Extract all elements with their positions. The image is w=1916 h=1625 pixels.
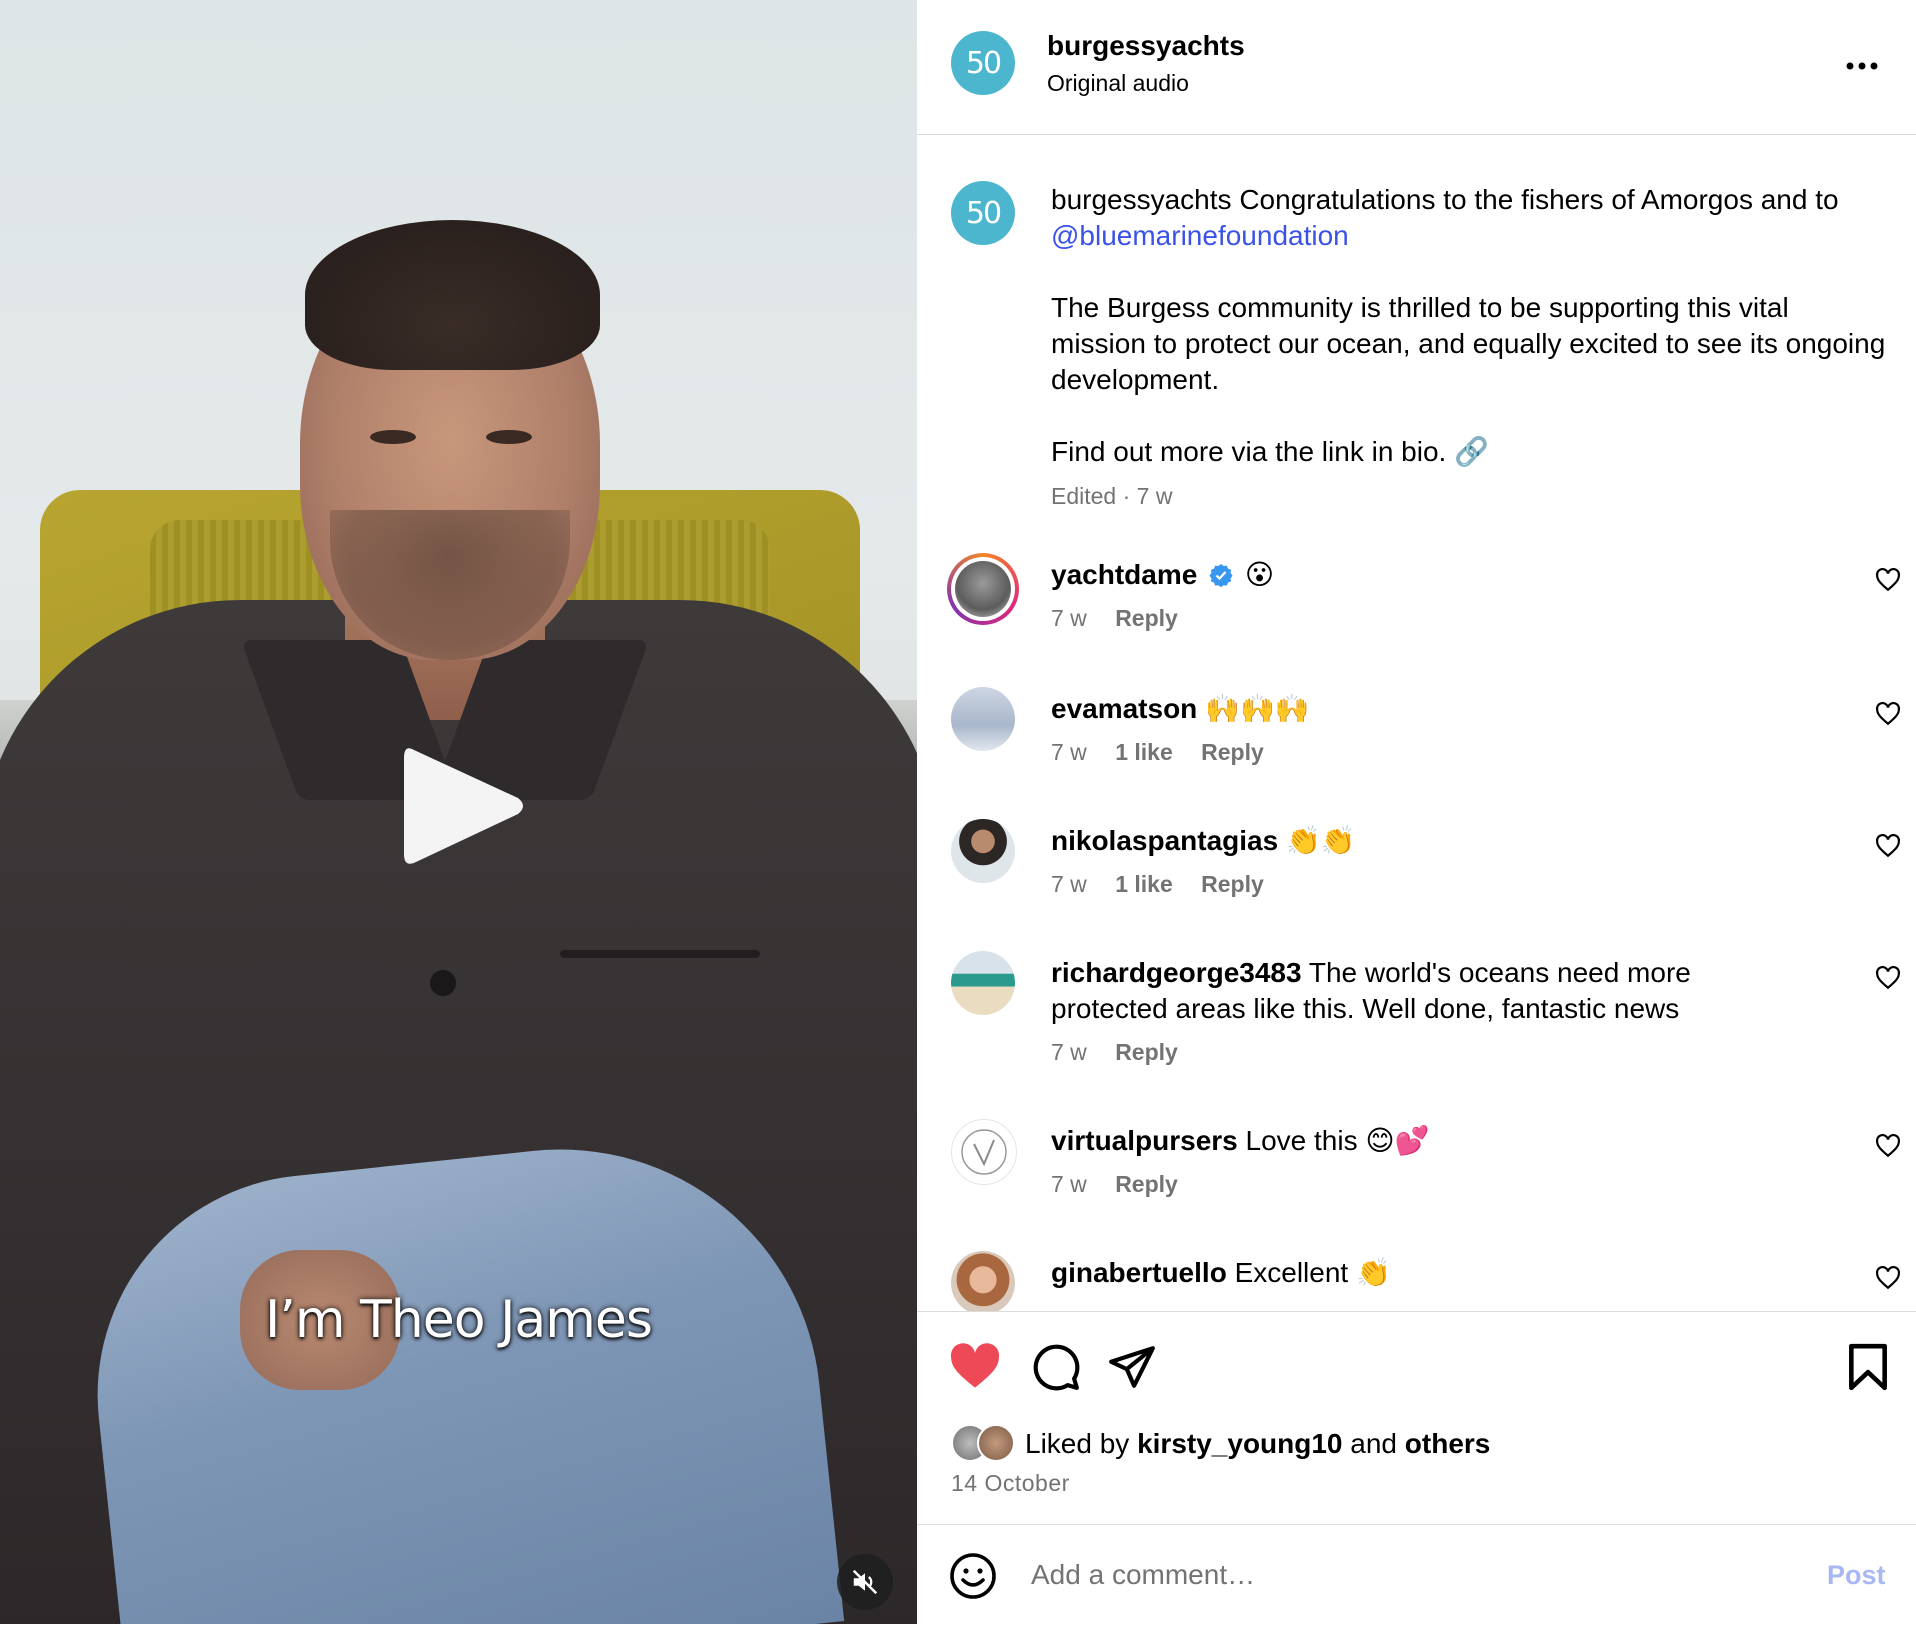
video-player[interactable]: I’m Theo James	[0, 0, 917, 1624]
muted-speaker-icon	[852, 1569, 878, 1595]
emoji-smile-icon[interactable]	[949, 1552, 997, 1600]
comment-meta: 7 w 1 like Reply	[1051, 871, 1286, 898]
left-eye	[370, 430, 416, 444]
commenter-avatar[interactable]	[951, 819, 1015, 883]
jacket-pocket	[560, 950, 760, 958]
comment-text: 🙌🙌🙌	[1205, 693, 1310, 724]
comment-time: 7 w	[1051, 605, 1087, 631]
comment-meta: 7 w 1 like Reply	[1051, 739, 1286, 766]
video-subtitle: I’m Theo James	[264, 1290, 653, 1350]
caption-username[interactable]: burgessyachts	[1051, 184, 1232, 215]
comment-text: Love this 😊💕	[1245, 1125, 1430, 1156]
verified-badge-icon	[1209, 564, 1233, 588]
comment-like-count[interactable]: 1 like	[1115, 739, 1173, 765]
comment-body: ginabertuello Excellent 👏	[1051, 1255, 1771, 1291]
likes-summary: Liked by kirsty_young10 and others	[951, 1424, 1490, 1464]
comment-time: 7 w	[1051, 871, 1087, 897]
comment-username[interactable]: richardgeorge3483	[1051, 957, 1302, 988]
send-icon[interactable]	[1107, 1342, 1157, 1392]
comment-bubble-icon[interactable]	[1031, 1342, 1081, 1392]
liker-avatars	[951, 1424, 1025, 1464]
commenter-avatar[interactable]	[951, 1119, 1017, 1185]
comment-meta: 7 w Reply	[1051, 1171, 1200, 1198]
caption-paragraph-3: Find out more via the link in bio. 🔗	[1051, 436, 1489, 467]
comment-body: nikolaspantagias 👏👏	[1051, 823, 1771, 859]
comment-username[interactable]: ginabertuello	[1051, 1257, 1227, 1288]
comment-body: evamatson 🙌🙌🙌	[1051, 691, 1771, 727]
like-comment-heart-icon[interactable]	[1875, 701, 1901, 727]
liked-by-others[interactable]: others	[1405, 1428, 1491, 1460]
comment-time: 7 w	[1051, 739, 1087, 765]
caption-paragraph-2: The Burgess community is thrilled to be …	[1051, 292, 1886, 395]
bookmark-icon[interactable]	[1845, 1342, 1891, 1392]
caption-text: burgessyachts Congratulations to the fis…	[1051, 182, 1891, 470]
jacket-button	[430, 970, 456, 996]
comment-text: 😮	[1244, 559, 1275, 590]
comment-time: 7 w	[1051, 1171, 1087, 1197]
audio-label[interactable]: Original audio	[1047, 70, 1189, 97]
reply-button[interactable]: Reply	[1115, 605, 1178, 631]
comments-scroll-area[interactable]: 50 burgessyachts Congratulations to the …	[917, 135, 1916, 1311]
like-comment-heart-icon[interactable]	[1875, 1133, 1901, 1159]
comment-username[interactable]: virtualpursers	[1051, 1125, 1238, 1156]
post-date: 14 October	[951, 1470, 1070, 1496]
comment-username[interactable]: evamatson	[1051, 693, 1197, 724]
comment-username[interactable]: nikolaspantagias	[1051, 825, 1278, 856]
comment-body: yachtdame 😮	[1051, 557, 1771, 593]
commenter-avatar[interactable]	[951, 1251, 1015, 1311]
reply-button[interactable]: Reply	[1201, 739, 1264, 765]
post-comment-button[interactable]: Post	[1827, 1560, 1886, 1591]
reply-button[interactable]: Reply	[1201, 871, 1264, 897]
like-comment-heart-icon[interactable]	[1875, 833, 1901, 859]
right-eye	[486, 430, 532, 444]
liked-by-prefix: Liked by	[1025, 1428, 1130, 1459]
comment-username[interactable]: yachtdame	[1051, 559, 1197, 590]
avatar-logo-text: 50	[965, 45, 1002, 81]
comment-text: 👏👏	[1285, 825, 1356, 856]
post-actions: Liked by kirsty_young10 and others 14 Oc…	[917, 1311, 1916, 1525]
avatar-logo-text: 50	[965, 195, 1002, 231]
more-horizontal-icon[interactable]	[1842, 46, 1882, 86]
caption-meta: Edited · 7 w	[1051, 483, 1173, 509]
post-panel: 50 burgessyachts Original audio 50 burge…	[917, 0, 1916, 1624]
comment-time: 7 w	[1051, 1039, 1087, 1065]
comment-text: Excellent 👏	[1234, 1257, 1391, 1288]
commenter-avatar[interactable]	[951, 687, 1015, 751]
caption-avatar[interactable]: 50	[951, 181, 1015, 245]
play-icon[interactable]	[400, 740, 530, 872]
mute-toggle-button[interactable]	[837, 1554, 893, 1610]
mention-link[interactable]: @bluemarinefoundation	[1051, 220, 1349, 251]
comment-body: virtualpursers Love this 😊💕	[1051, 1123, 1771, 1159]
like-comment-heart-icon[interactable]	[1875, 567, 1901, 593]
caption-line1: Congratulations to the fishers of Amorgo…	[1239, 184, 1839, 215]
liked-by-and: and	[1350, 1428, 1397, 1459]
virtualpursers-logo-icon	[961, 1129, 1007, 1175]
story-ring-avatar[interactable]	[947, 553, 1019, 625]
liked-by-user[interactable]: kirsty_young10	[1137, 1428, 1342, 1460]
comment-input[interactable]	[1029, 1553, 1733, 1597]
add-comment-bar: Post	[917, 1524, 1916, 1625]
reply-button[interactable]: Reply	[1115, 1171, 1178, 1197]
comment-body: richardgeorge3483 The world's oceans nee…	[1051, 955, 1771, 1027]
commenter-avatar[interactable]	[951, 951, 1015, 1015]
hair	[305, 220, 600, 370]
post-header: 50 burgessyachts Original audio	[917, 0, 1916, 135]
account-avatar[interactable]: 50	[951, 31, 1015, 95]
comment-meta: 7 w Reply	[1051, 605, 1200, 632]
like-comment-heart-icon[interactable]	[1875, 1265, 1901, 1291]
reply-button[interactable]: Reply	[1115, 1039, 1178, 1065]
header-username[interactable]: burgessyachts	[1047, 30, 1245, 62]
comment-meta: 7 w Reply	[1051, 1039, 1200, 1066]
heart-filled-icon[interactable]	[949, 1342, 1001, 1390]
comment-like-count[interactable]: 1 like	[1115, 871, 1173, 897]
like-comment-heart-icon[interactable]	[1875, 965, 1901, 991]
